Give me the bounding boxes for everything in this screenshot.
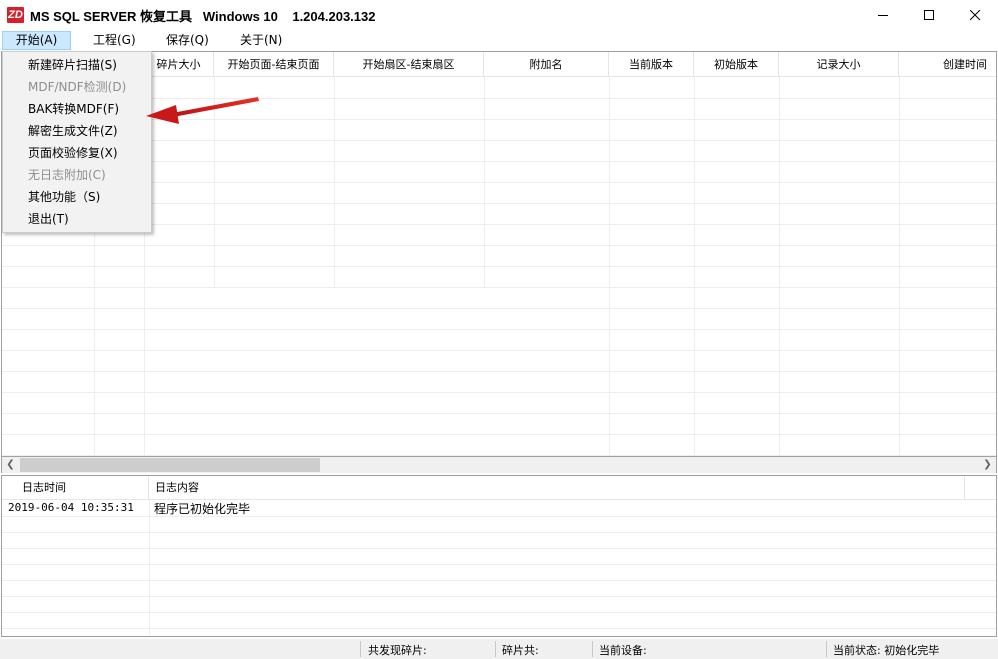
menu-item-mdf-ndf-check: MDF/NDF检测(D) bbox=[28, 80, 127, 94]
col-header-page-range[interactable]: 开始页面-结束页面 bbox=[214, 52, 334, 77]
menu-item-other-functions[interactable]: 其他功能（S) bbox=[4, 186, 150, 208]
title-bar: ZD MS SQL SERVER 恢复工具 Windows 10 1.204.2… bbox=[0, 0, 998, 30]
window-title: MS SQL SERVER 恢复工具 Windows 10 1.204.203.… bbox=[30, 9, 376, 24]
col-header-sector-range[interactable]: 开始扇区-结束扇区 bbox=[334, 52, 484, 77]
menu-item-page-check-repair[interactable]: 页面校验修复(X) bbox=[4, 142, 150, 164]
log-header-blank bbox=[965, 476, 996, 500]
col-header-current-version[interactable]: 当前版本 bbox=[609, 52, 694, 77]
minimize-icon bbox=[878, 15, 888, 16]
start-menu-dropdown: 新建碎片扫描(S) MDF/NDF检测(D) BAK转换MDF(F) 解密生成文… bbox=[2, 51, 152, 233]
menu-item-decrypt-file[interactable]: 解密生成文件(Z) bbox=[4, 120, 150, 142]
menu-about[interactable]: 关于(N) bbox=[234, 31, 288, 50]
close-button[interactable] bbox=[952, 0, 998, 30]
log-panel[interactable]: 日志时间 日志内容 2019-06-04 10:35:31 程序已初始化完毕 bbox=[1, 475, 997, 637]
status-current-status: 当前状态: 初始化完毕 bbox=[833, 644, 940, 657]
status-separator bbox=[495, 641, 496, 657]
col-header-initial-version[interactable]: 初始版本 bbox=[694, 52, 779, 77]
close-icon bbox=[970, 10, 981, 21]
log-header-content[interactable]: 日志内容 bbox=[149, 476, 965, 500]
col-header-created-time[interactable]: 创建时间 bbox=[899, 52, 996, 77]
menu-item-attach-without-log: 无日志附加(C) bbox=[28, 168, 106, 182]
status-separator bbox=[592, 641, 593, 657]
menu-start[interactable]: 开始(A) bbox=[2, 31, 71, 50]
menu-item-new-fragment-scan[interactable]: 新建碎片扫描(S) bbox=[4, 54, 150, 76]
menu-item-bak-to-mdf[interactable]: BAK转换MDF(F) bbox=[4, 98, 150, 120]
menu-save[interactable]: 保存(Q) bbox=[160, 31, 215, 50]
minimize-button[interactable] bbox=[860, 0, 906, 30]
status-bar: 共发现碎片: 碎片共: 当前设备: 当前状态: 初始化完毕 bbox=[0, 639, 998, 659]
scroll-right-icon[interactable]: ❯ bbox=[979, 457, 996, 473]
menu-item-exit[interactable]: 退出(T) bbox=[4, 208, 150, 230]
horizontal-scrollbar[interactable]: ❮ ❯ bbox=[1, 457, 997, 473]
status-separator bbox=[826, 641, 827, 657]
col-header-attach-name[interactable]: 附加名 bbox=[484, 52, 609, 77]
app-logo-icon: ZD bbox=[7, 7, 24, 23]
maximize-button[interactable] bbox=[906, 0, 952, 30]
log-grid-lines bbox=[2, 500, 996, 636]
menu-bar: 开始(A) 工程(G) 保存(Q) 关于(N) bbox=[0, 30, 998, 50]
scroll-left-icon[interactable]: ❮ bbox=[2, 457, 19, 473]
status-separator bbox=[360, 641, 361, 657]
col-header-fragment-size[interactable]: 碎片大小 bbox=[144, 52, 214, 77]
maximize-icon bbox=[924, 10, 934, 20]
col-header-record-size[interactable]: 记录大小 bbox=[779, 52, 899, 77]
status-current-device: 当前设备: bbox=[599, 644, 647, 657]
menu-project[interactable]: 工程(G) bbox=[87, 31, 142, 50]
status-fragments-found: 共发现碎片: bbox=[368, 644, 427, 657]
log-header-time[interactable]: 日志时间 bbox=[2, 476, 149, 500]
status-fragments-total: 碎片共: bbox=[502, 644, 539, 657]
scrollbar-thumb[interactable] bbox=[20, 458, 320, 472]
